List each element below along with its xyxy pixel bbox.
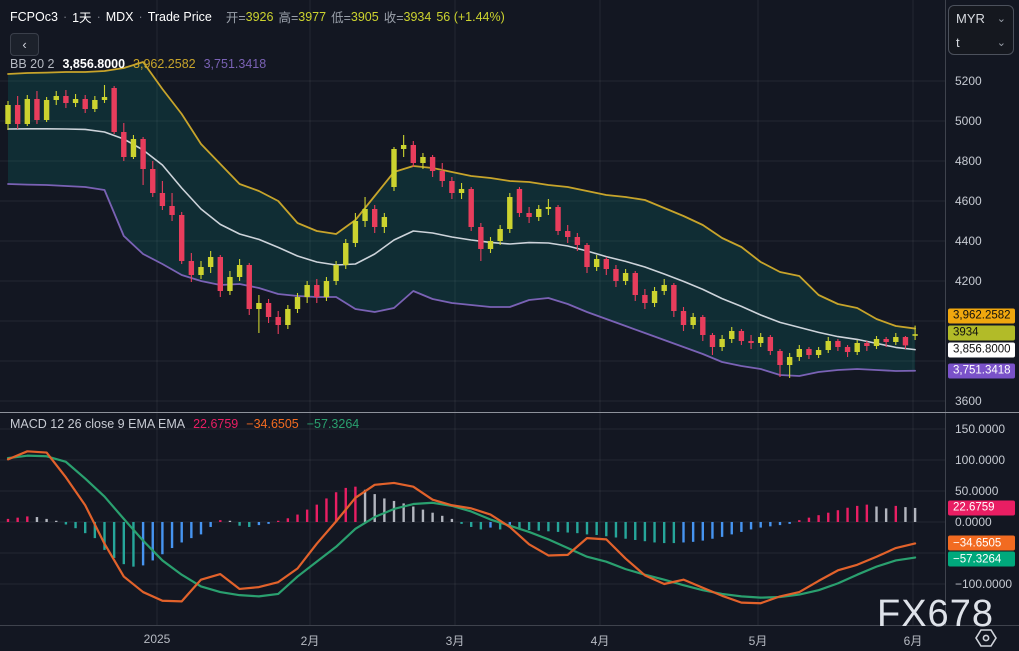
time-tick-label: 3月 xyxy=(445,634,465,648)
hexagon-logo-icon xyxy=(975,629,997,647)
chevron-left-icon: ‹ xyxy=(22,37,27,52)
chevron-down-icon: ⌄ xyxy=(996,12,1006,25)
pane-separator[interactable] xyxy=(0,412,1019,413)
change-value: 56 (+1.44%) xyxy=(436,9,505,24)
exchange-name[interactable]: MDX xyxy=(106,10,134,24)
high-value: 3977 xyxy=(298,9,327,24)
open-value: 3926 xyxy=(245,9,274,24)
axis-tick-label: 150.0000 xyxy=(955,422,1006,436)
unit-selector: MYR ⌄ t ⌄ xyxy=(948,5,1014,55)
price-badge: 3,751.3418 xyxy=(948,363,1015,379)
unit-value: t xyxy=(956,34,960,50)
time-tick-label: 2月 xyxy=(300,634,320,648)
bb-basis-value: 3,856.8000 xyxy=(62,57,126,71)
axis-tick-label: 0.0000 xyxy=(955,515,992,529)
axis-tick-label: 4400 xyxy=(955,234,982,248)
back-button[interactable]: ‹ xyxy=(10,33,39,56)
price-badge: 3934 xyxy=(948,325,1015,341)
macd-line-value: −34.6505 xyxy=(246,417,299,431)
macd-signal-value: −57.3264 xyxy=(306,417,360,431)
macd-title[interactable]: MACD 12 26 close 9 EMA EMA xyxy=(10,417,185,431)
bb-legend: BB 20 2 3,856.8000 3,962.2582 3,751.3418 xyxy=(10,57,266,71)
open-label: 开= xyxy=(225,11,246,25)
price-badge: 3,856.8000 xyxy=(948,342,1015,358)
price-badge: 22.6759 xyxy=(948,500,1015,516)
currency-dropdown[interactable]: MYR ⌄ xyxy=(949,6,1013,30)
bb-title[interactable]: BB 20 2 xyxy=(10,57,54,71)
symbol-name[interactable]: FCPOc3 xyxy=(10,10,58,24)
high-label: 高= xyxy=(278,11,299,25)
price-badge: −57.3264 xyxy=(948,551,1015,567)
axis-tick-label: 50.0000 xyxy=(955,484,999,498)
time-scale[interactable]: 2025 2月 3月 4月 5月 6月 xyxy=(0,625,1019,651)
axis-tick-label: 4200 xyxy=(955,274,982,288)
bb-upper-value: 3,962.2582 xyxy=(133,57,196,71)
axis-tick-label: 4600 xyxy=(955,194,982,208)
price-badge: −34.6505 xyxy=(948,535,1015,551)
chevron-down-icon: ⌄ xyxy=(996,36,1006,49)
time-tick-label: 5月 xyxy=(748,634,768,648)
low-label: 低= xyxy=(331,11,351,25)
axis-tick-label: −100.0000 xyxy=(955,577,1013,591)
close-value: 3934 xyxy=(403,9,432,24)
low-value: 3905 xyxy=(350,9,379,24)
time-tick-label: 4月 xyxy=(590,634,610,648)
chart-canvas[interactable] xyxy=(0,0,945,625)
trading-chart-window: FCPOc3 · 1天 · MDX · Trade Price 开= 3926 高… xyxy=(0,0,1019,651)
axis-tick-label: 100.0000 xyxy=(955,453,1006,467)
macd-legend: MACD 12 26 close 9 EMA EMA 22.6759 −34.6… xyxy=(10,417,359,431)
axis-tick-label: 4800 xyxy=(955,154,982,168)
price-scale[interactable]: 5200 5000 4800 4600 4400 4200 3600 150.0000 100.… xyxy=(945,0,1019,625)
price-badge: 3,962.2582 xyxy=(948,308,1015,324)
symbol-header: FCPOc3 · 1天 · MDX · Trade Price 开= 3926 高… xyxy=(10,7,505,26)
currency-value: MYR xyxy=(956,10,985,26)
series-type[interactable]: Trade Price xyxy=(148,10,212,24)
time-tick-label: 2025 xyxy=(143,632,171,646)
macd-hist-value: 22.6759 xyxy=(193,417,239,431)
axis-tick-label: 5200 xyxy=(955,74,982,88)
bb-lower-value: 3,751.3418 xyxy=(203,57,267,71)
axis-tick-label: 3600 xyxy=(955,394,982,408)
interval-button[interactable]: 1天 xyxy=(72,7,91,26)
close-label: 收= xyxy=(383,11,404,25)
unit-dropdown[interactable]: t ⌄ xyxy=(949,30,1013,54)
axis-tick-label: 5000 xyxy=(955,114,982,128)
